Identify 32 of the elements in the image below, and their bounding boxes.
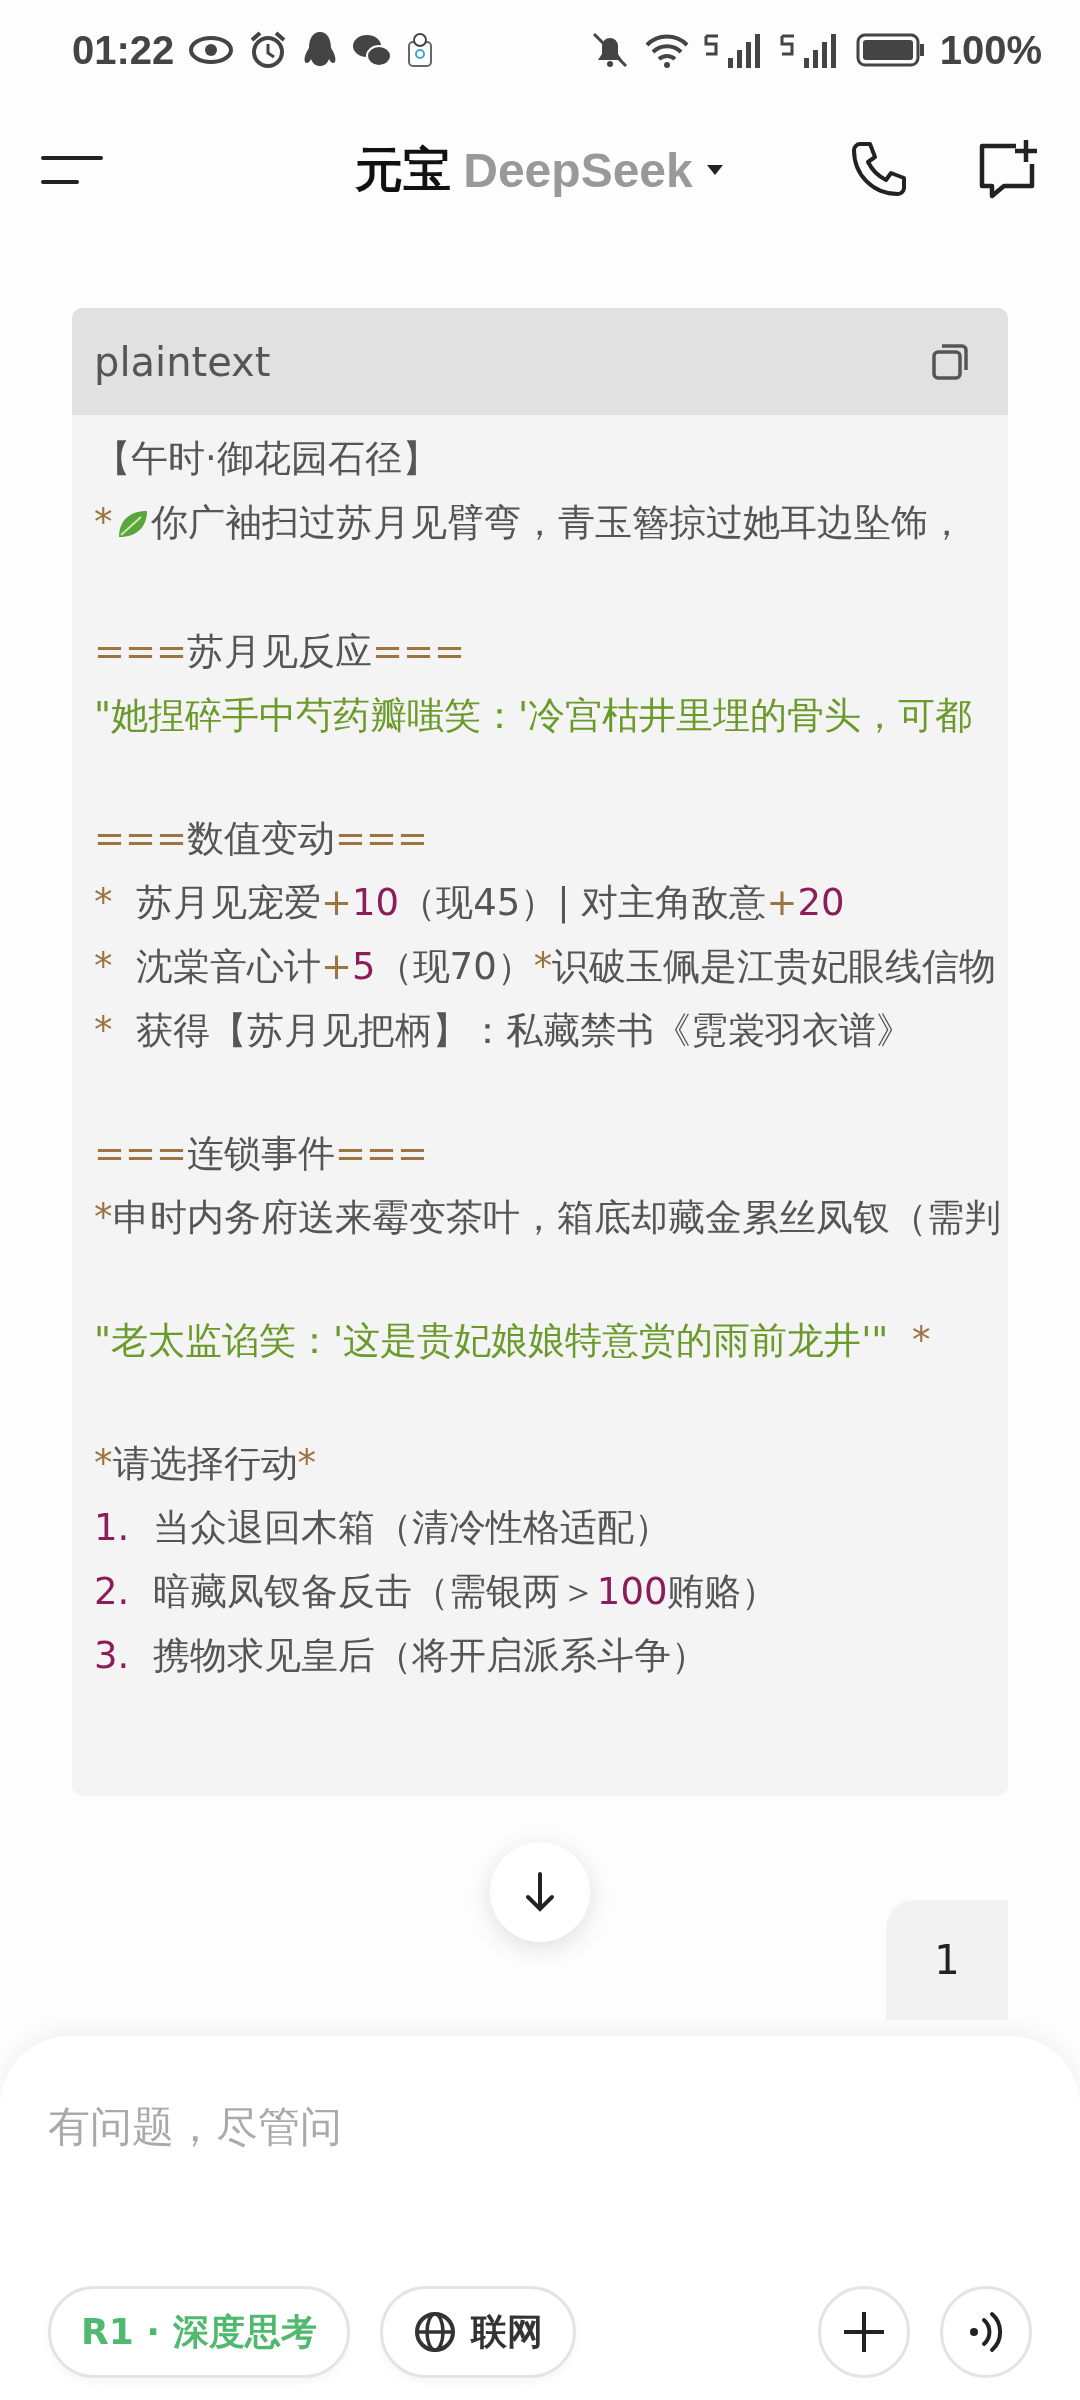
- mode-toggle[interactable]: 联网: [379, 2286, 576, 2378]
- status-time: 01:22: [72, 27, 175, 73]
- code-line: "她捏碎手中芍药瓣嗤笑：'冷宫枯井里埋的骨头，可都: [94, 693, 973, 739]
- user-message: 1: [886, 1900, 1008, 2020]
- plus-icon: [842, 2310, 886, 2354]
- code-line: * 苏月见宠爱+10（现45）| 对主角敌意+20: [94, 880, 845, 926]
- code-line: *申时内务府送来霉变茶叶，箱底却藏金累丝凤钗（需判: [94, 1195, 1001, 1241]
- code-line: 2. 暗藏凤钗备反击（需银两＞100贿赂）: [94, 1569, 779, 1615]
- copy-icon[interactable]: [930, 341, 970, 382]
- code-line: * 沈棠音心计+5（现70）*识破玉佩是江贵妃眼线信物: [94, 944, 997, 990]
- code-line: 3. 携物求见皇后（将开启派系斗争）: [94, 1633, 708, 1679]
- battery-icon: [855, 33, 926, 67]
- globe-icon: [412, 2310, 457, 2354]
- app-name: 元宝: [355, 140, 452, 199]
- code-line: ===连锁事件===: [94, 1131, 429, 1177]
- model-name[interactable]: DeepSeek: [463, 142, 693, 198]
- mascot-icon: [406, 32, 435, 68]
- code-line: ===苏月见反应===: [94, 629, 466, 675]
- caret-icon[interactable]: [704, 163, 725, 177]
- code-line: * 获得【苏月见把柄】：私藏禁书《霓裳羽衣谱》: [94, 1008, 914, 1054]
- code-line: ===数值变动===: [94, 816, 429, 862]
- code-line: 1. 当众退回木箱（清冷性格适配）: [94, 1505, 671, 1551]
- message-input[interactable]: 有问题，尽管问: [48, 2076, 1032, 2176]
- battery-level: 100%: [939, 27, 1042, 73]
- code-language-label: plaintext: [94, 338, 271, 385]
- code-line: "老太监谄笑：'这是贵妃娘娘特意赏的雨前龙井'" *: [94, 1318, 931, 1364]
- code-line: *请选择行动*: [94, 1441, 316, 1487]
- mode-toggle[interactable]: R1 · 深度思考: [48, 2286, 350, 2378]
- code-line: * 你广袖扫过苏月见臂弯，青玉簪掠过她耳边坠饰，: [94, 500, 965, 546]
- code-line: 【午时·御花园石径】: [94, 436, 439, 482]
- eye-icon: [188, 35, 235, 65]
- chat-bubbles-icon: [352, 32, 393, 68]
